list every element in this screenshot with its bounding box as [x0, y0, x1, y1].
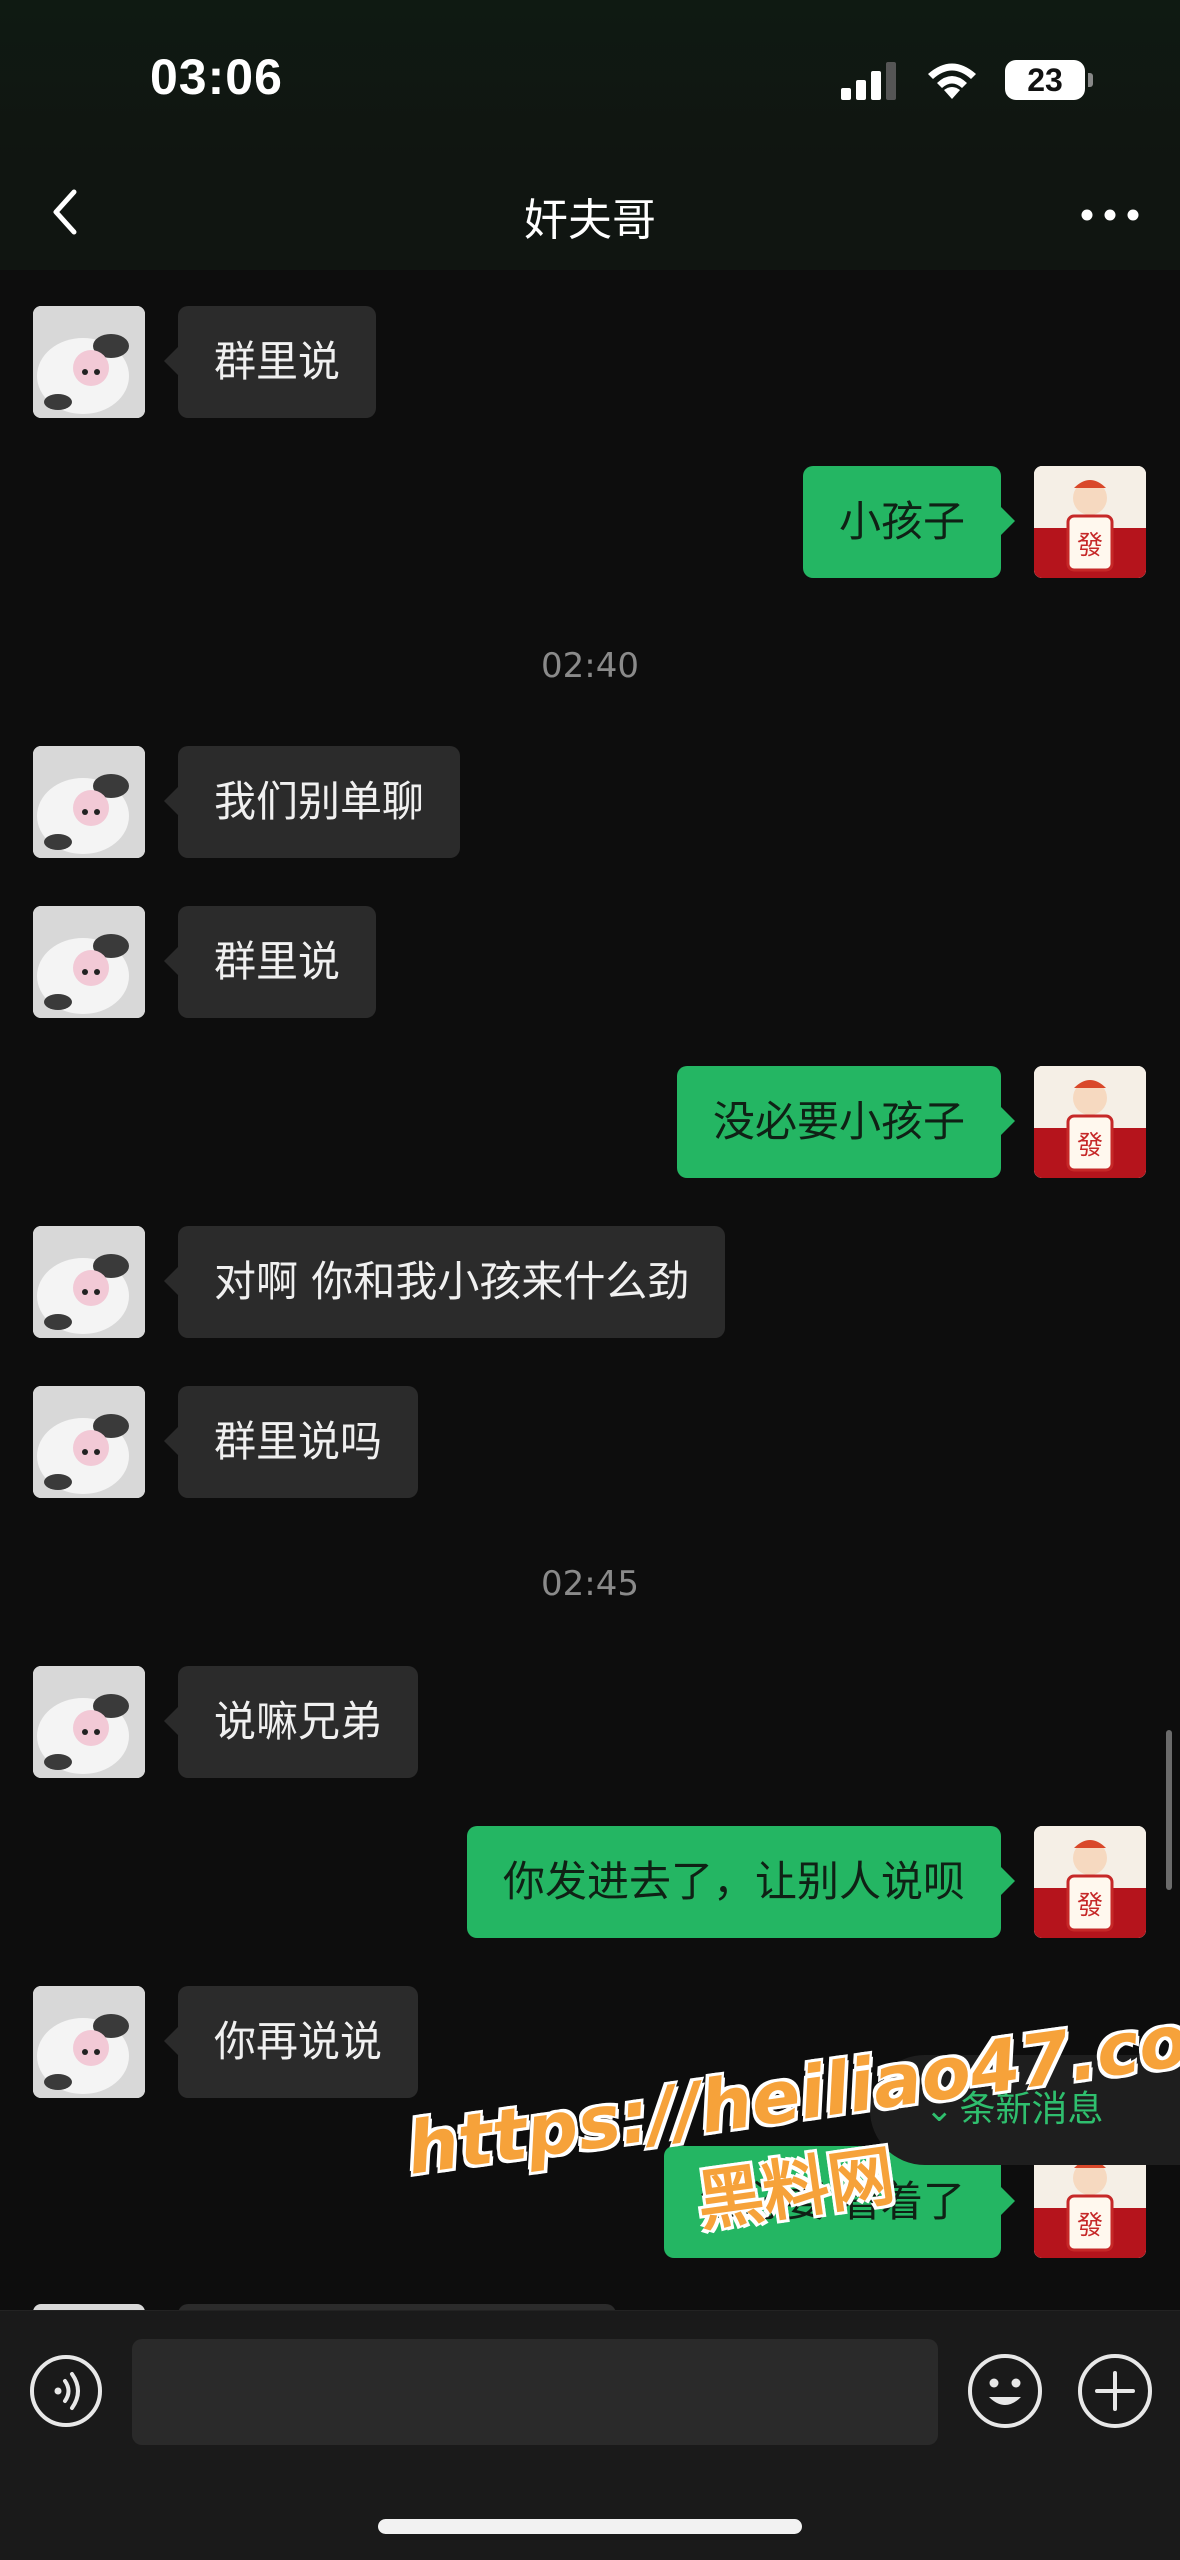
voice-icon	[30, 2355, 102, 2427]
timestamp: 02:40	[541, 646, 639, 686]
contact-avatar[interactable]	[33, 1226, 145, 1338]
more-actions-button[interactable]	[1075, 2351, 1155, 2431]
message-list[interactable]: 群里说 小孩子 發 02:40 我们别单聊 群里说 没必要小孩子 發 对啊 你和…	[0, 270, 1180, 2310]
message-bubble[interactable]: 群里说吗	[163, 1386, 419, 1498]
message-row: 群里说	[0, 306, 1180, 418]
emoji-icon	[968, 2354, 1042, 2428]
message-bubble[interactable]: 我们别单聊	[163, 746, 461, 858]
cartoon-cow-avatar-icon	[33, 1666, 145, 1778]
message-bubble[interactable]: 你再说说	[163, 1986, 419, 2098]
cartoon-cow-avatar-icon	[33, 1386, 145, 1498]
ellipsis-icon	[1081, 209, 1139, 221]
message-bubble[interactable]: 没必要小孩子	[676, 1066, 1016, 1178]
new-messages-label: 条新消息	[959, 2089, 1104, 2130]
message-row: 对啊 你和我小孩来什么劲	[0, 1226, 1180, 1338]
contact-avatar[interactable]	[33, 306, 145, 418]
message-row: 没必要小孩子 發	[0, 1066, 1180, 1178]
contact-avatar[interactable]	[33, 906, 145, 1018]
message-bubble[interactable]: 你发进去了，让别人说呗	[466, 1826, 1016, 1938]
svg-text:發: 發	[1077, 2211, 1103, 2241]
message-bubble[interactable]: 群里说	[163, 906, 377, 1018]
mahjong-fa-avatar-icon: 發	[1034, 1826, 1146, 1938]
mahjong-fa-avatar-icon: 發	[1034, 466, 1146, 578]
message-row: 说嘛兄弟	[0, 1666, 1180, 1778]
message-bubble[interactable]: 说嘛兄弟	[163, 1666, 419, 1778]
scrollbar[interactable]	[1166, 1730, 1172, 1890]
cellular-signal-icon	[841, 62, 896, 100]
my-avatar[interactable]: 發	[1034, 466, 1146, 578]
contact-avatar[interactable]	[33, 1386, 145, 1498]
more-options-button[interactable]	[1075, 190, 1145, 240]
emoji-button[interactable]	[965, 2351, 1045, 2431]
message-row: 我们别单聊	[0, 746, 1180, 858]
message-bubble[interactable]: 小孩子	[802, 466, 1016, 578]
chat-title: 奸夫哥	[524, 195, 656, 246]
cartoon-cow-avatar-icon	[33, 906, 145, 1018]
my-avatar[interactable]: 發	[1034, 1066, 1146, 1178]
status-time: 03:06	[150, 49, 283, 105]
input-bar	[0, 2310, 1180, 2560]
new-messages-button[interactable]: ⌄ 条新消息	[870, 2055, 1180, 2165]
home-indicator[interactable]	[378, 2519, 802, 2534]
message-row: 群里说吗	[0, 1386, 1180, 1498]
status-bar: 03:06 23	[0, 0, 1180, 160]
cartoon-cow-avatar-icon	[33, 746, 145, 858]
mahjong-fa-avatar-icon: 發	[1034, 1066, 1146, 1178]
battery-indicator: 23	[1005, 60, 1093, 100]
voice-button[interactable]	[28, 2353, 104, 2429]
my-avatar[interactable]: 發	[1034, 1826, 1146, 1938]
status-icons: 23	[841, 58, 1093, 102]
svg-text:發: 發	[1077, 1891, 1103, 1921]
wifi-icon	[928, 63, 976, 99]
message-row: 群里说	[0, 906, 1180, 1018]
message-bubble[interactable]: 对啊 你和我小孩来什么劲	[163, 1226, 726, 1338]
svg-text:發: 發	[1077, 531, 1103, 561]
svg-text:發: 發	[1077, 1131, 1103, 1161]
message-bubble[interactable]: 群里说	[163, 306, 377, 418]
plus-icon	[1078, 2354, 1152, 2428]
contact-avatar[interactable]	[33, 1986, 145, 2098]
message-row: 你发进去了，让别人说呗 發	[0, 1826, 1180, 1938]
contact-avatar[interactable]	[33, 1666, 145, 1778]
timestamp: 02:45	[541, 1564, 639, 1604]
cartoon-cow-avatar-icon	[33, 1226, 145, 1338]
contact-avatar[interactable]	[33, 746, 145, 858]
chat-header: 奸夫哥	[0, 160, 1180, 270]
chevron-down-icon: ⌄	[925, 2090, 954, 2130]
cartoon-cow-avatar-icon	[33, 306, 145, 418]
cartoon-cow-avatar-icon	[33, 1986, 145, 2098]
message-input[interactable]	[132, 2339, 938, 2445]
message-row: 小孩子 發	[0, 466, 1180, 578]
